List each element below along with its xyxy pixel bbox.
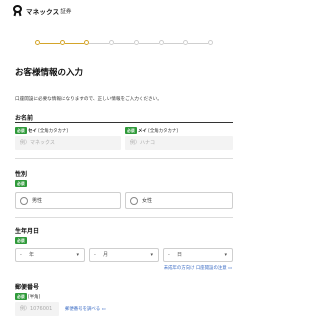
birth-section-title: 生年月日	[15, 228, 40, 235]
sei-input[interactable]: 例）マネックス	[15, 136, 121, 150]
postal-lookup-text: 郵便番号を調べる	[65, 307, 101, 312]
progress-steps	[35, 40, 213, 46]
required-badge: 必須	[125, 127, 137, 134]
year-dash: -	[20, 252, 22, 258]
progress-connector	[40, 42, 60, 44]
required-badge: 必須	[15, 127, 27, 134]
postal-note: [半角]	[28, 295, 41, 300]
required-badge: 必須	[15, 180, 27, 187]
birth-month-select[interactable]: - 月 ▾	[89, 248, 159, 262]
progress-step-dot	[133, 40, 139, 45]
brand-logo[interactable]: マネックス 証券	[12, 5, 72, 17]
mei-note: [全角カタカナ]	[148, 129, 178, 134]
sei-note: [全角カタカナ]	[38, 129, 68, 134]
postal-code-input[interactable]: 例）1076001	[15, 302, 59, 316]
gender-male-option[interactable]: 男性	[15, 192, 121, 209]
monex-logo-icon	[12, 5, 23, 17]
progress-step-dot	[59, 40, 65, 45]
progress-connector	[188, 42, 208, 44]
day-dash: -	[168, 252, 170, 258]
mei-label-text: メイ	[138, 129, 147, 134]
gender-required: 必須	[15, 180, 27, 187]
brand-sub: 証券	[60, 8, 72, 15]
birth-year-select[interactable]: - 年 ▾	[15, 248, 85, 262]
name-section-title: お名前	[15, 115, 34, 122]
radio-icon	[130, 196, 138, 205]
progress-connector	[163, 42, 184, 44]
intro-text: 口座開設に必要な情報になりますので、正しい情報をご入力ください。	[15, 97, 162, 102]
sei-label-text: セイ	[28, 129, 37, 134]
postal-section-title: 郵便番号	[15, 284, 40, 291]
birth-required: 必須	[15, 237, 27, 244]
chevron-down-icon: ▾	[76, 252, 79, 258]
postal-lookup-link[interactable]: 郵便番号を調べる ▭	[65, 306, 106, 312]
required-badge: 必須	[15, 237, 27, 244]
day-value: 日	[177, 252, 183, 258]
minor-notice-link[interactable]: 未成年の方向け 口座開設の注意 ▭	[164, 265, 232, 271]
birth-day-select[interactable]: - 日 ▾	[163, 248, 233, 262]
female-label: 女性	[142, 198, 153, 204]
mei-label: 必須 メイ [全角カタカナ]	[125, 127, 178, 134]
chevron-down-icon: ▾	[150, 252, 153, 258]
radio-icon	[20, 196, 28, 205]
external-link-icon: ▭	[101, 306, 106, 311]
progress-step-dot	[183, 40, 189, 45]
gender-female-option[interactable]: 女性	[125, 192, 233, 209]
page-title: お客様情報の入力	[15, 68, 84, 78]
progress-step-dot	[109, 40, 115, 45]
year-value: 年	[29, 252, 35, 258]
sei-label: 必須 セイ [全角カタカナ]	[15, 127, 68, 134]
male-label: 男性	[32, 198, 43, 204]
progress-connector	[89, 42, 110, 44]
name-section-divider	[15, 122, 233, 123]
progress-connector	[114, 42, 134, 44]
month-dash: -	[94, 252, 96, 258]
month-value: 月	[103, 252, 109, 258]
mei-input[interactable]: 例）ハナコ	[125, 136, 233, 150]
progress-step-dot	[35, 40, 40, 45]
external-link-icon: ▭	[228, 265, 232, 270]
brand-name: マネックス	[26, 7, 60, 16]
section-separator	[15, 217, 233, 218]
progress-connector	[64, 42, 85, 44]
progress-step-dot	[84, 40, 90, 45]
chevron-down-icon: ▾	[224, 252, 227, 258]
minor-notice-text: 未成年の方向け 口座開設の注意	[163, 266, 227, 271]
header: マネックス 証券	[0, 0, 248, 22]
required-badge: 必須	[15, 293, 27, 300]
gender-section-title: 性別	[15, 171, 28, 178]
progress-connector	[138, 42, 159, 44]
postal-label: 必須 [半角]	[15, 293, 40, 300]
section-separator	[15, 158, 233, 159]
progress-step-dot	[208, 40, 213, 45]
progress-step-dot	[158, 40, 164, 45]
